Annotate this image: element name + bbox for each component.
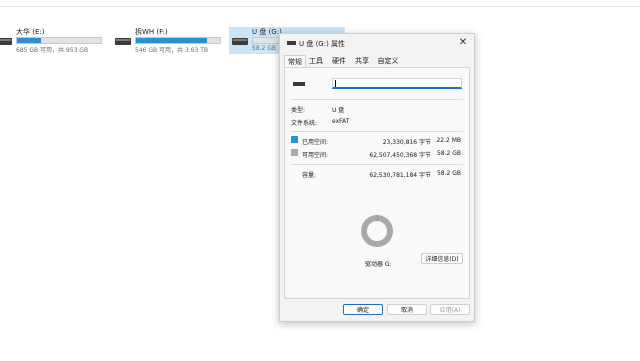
drive-icon	[232, 38, 248, 45]
drive-tile-f[interactable]: 拆WH (F:) 546 GB 可用，共 3.63 TB	[115, 27, 227, 55]
free-space-label: 可用空间:	[302, 152, 329, 159]
apply-button[interactable]: 应用(A)	[430, 304, 470, 315]
text-cursor	[335, 80, 336, 87]
used-space-swatch	[291, 136, 298, 143]
tab-sharing[interactable]: 共享	[352, 55, 372, 67]
drive-icon	[287, 41, 296, 45]
usb-drive-icon	[293, 82, 305, 86]
divider	[291, 99, 463, 100]
drive-usage-bar	[135, 37, 221, 44]
explorer-top-divider	[0, 6, 640, 7]
properties-dialog: U 盘 (G:) 属性 ✕ 常规 工具 硬件 共享 自定义 类型: U 盘 文件…	[279, 33, 475, 322]
divider	[291, 131, 463, 132]
used-space-bytes: 23,330,816 字节	[382, 139, 431, 146]
divider	[291, 164, 463, 165]
capacity-size: 58.2 GB	[436, 170, 461, 177]
capacity-bytes: 62,530,781,184 字节	[369, 172, 431, 179]
drive-space-text: 685 GB 可用，共 953 GB	[16, 47, 89, 54]
drive-usage-fill	[17, 38, 41, 43]
close-icon[interactable]: ✕	[456, 36, 470, 50]
free-space-size: 58.2 GB	[436, 150, 461, 157]
drive-name: 拆WH (F:)	[135, 28, 168, 36]
ok-button[interactable]: 确定	[343, 304, 383, 315]
dialog-titlebar[interactable]: U 盘 (G:) 属性 ✕	[280, 34, 474, 52]
drive-name: 大华 (E:)	[16, 28, 45, 36]
tab-hardware[interactable]: 硬件	[329, 55, 349, 67]
filesystem-value: exFAT	[332, 118, 350, 125]
tab-customize[interactable]: 自定义	[375, 55, 401, 67]
volume-name-input[interactable]	[332, 78, 462, 89]
disk-details-button[interactable]: 详细信息(D)	[421, 253, 463, 264]
free-space-bytes: 62,507,450,368 字节	[369, 152, 431, 159]
drive-space-text: 546 GB 可用，共 3.63 TB	[135, 47, 208, 54]
dialog-title: U 盘 (G:) 属性	[299, 40, 346, 48]
cancel-button[interactable]: 取消	[387, 304, 427, 315]
drive-icon	[115, 38, 131, 45]
drive-letter-label: 驱动器 G:	[365, 261, 392, 268]
capacity-label: 容量:	[302, 172, 317, 179]
drive-usage-fill	[136, 38, 208, 43]
used-space-label: 已用空间:	[302, 139, 329, 146]
drive-icon	[0, 38, 12, 45]
drive-space-text: 58.2 GB	[252, 45, 277, 52]
type-label: 类型:	[291, 107, 306, 114]
disk-usage-donut	[361, 215, 393, 247]
filesystem-label: 文件系统:	[291, 120, 318, 127]
drive-usage-bar	[16, 37, 102, 44]
tab-tools[interactable]: 工具	[306, 55, 326, 67]
general-panel: 类型: U 盘 文件系统: exFAT 已用空间: 23,330,816 字节 …	[284, 67, 470, 299]
drive-name: U 盘 (G:)	[252, 28, 282, 36]
type-value: U 盘	[332, 107, 345, 114]
free-space-swatch	[291, 149, 298, 156]
drive-tile-e[interactable]: 大华 (E:) 685 GB 可用，共 953 GB	[0, 27, 108, 55]
used-space-size: 22.2 MB	[436, 137, 461, 144]
